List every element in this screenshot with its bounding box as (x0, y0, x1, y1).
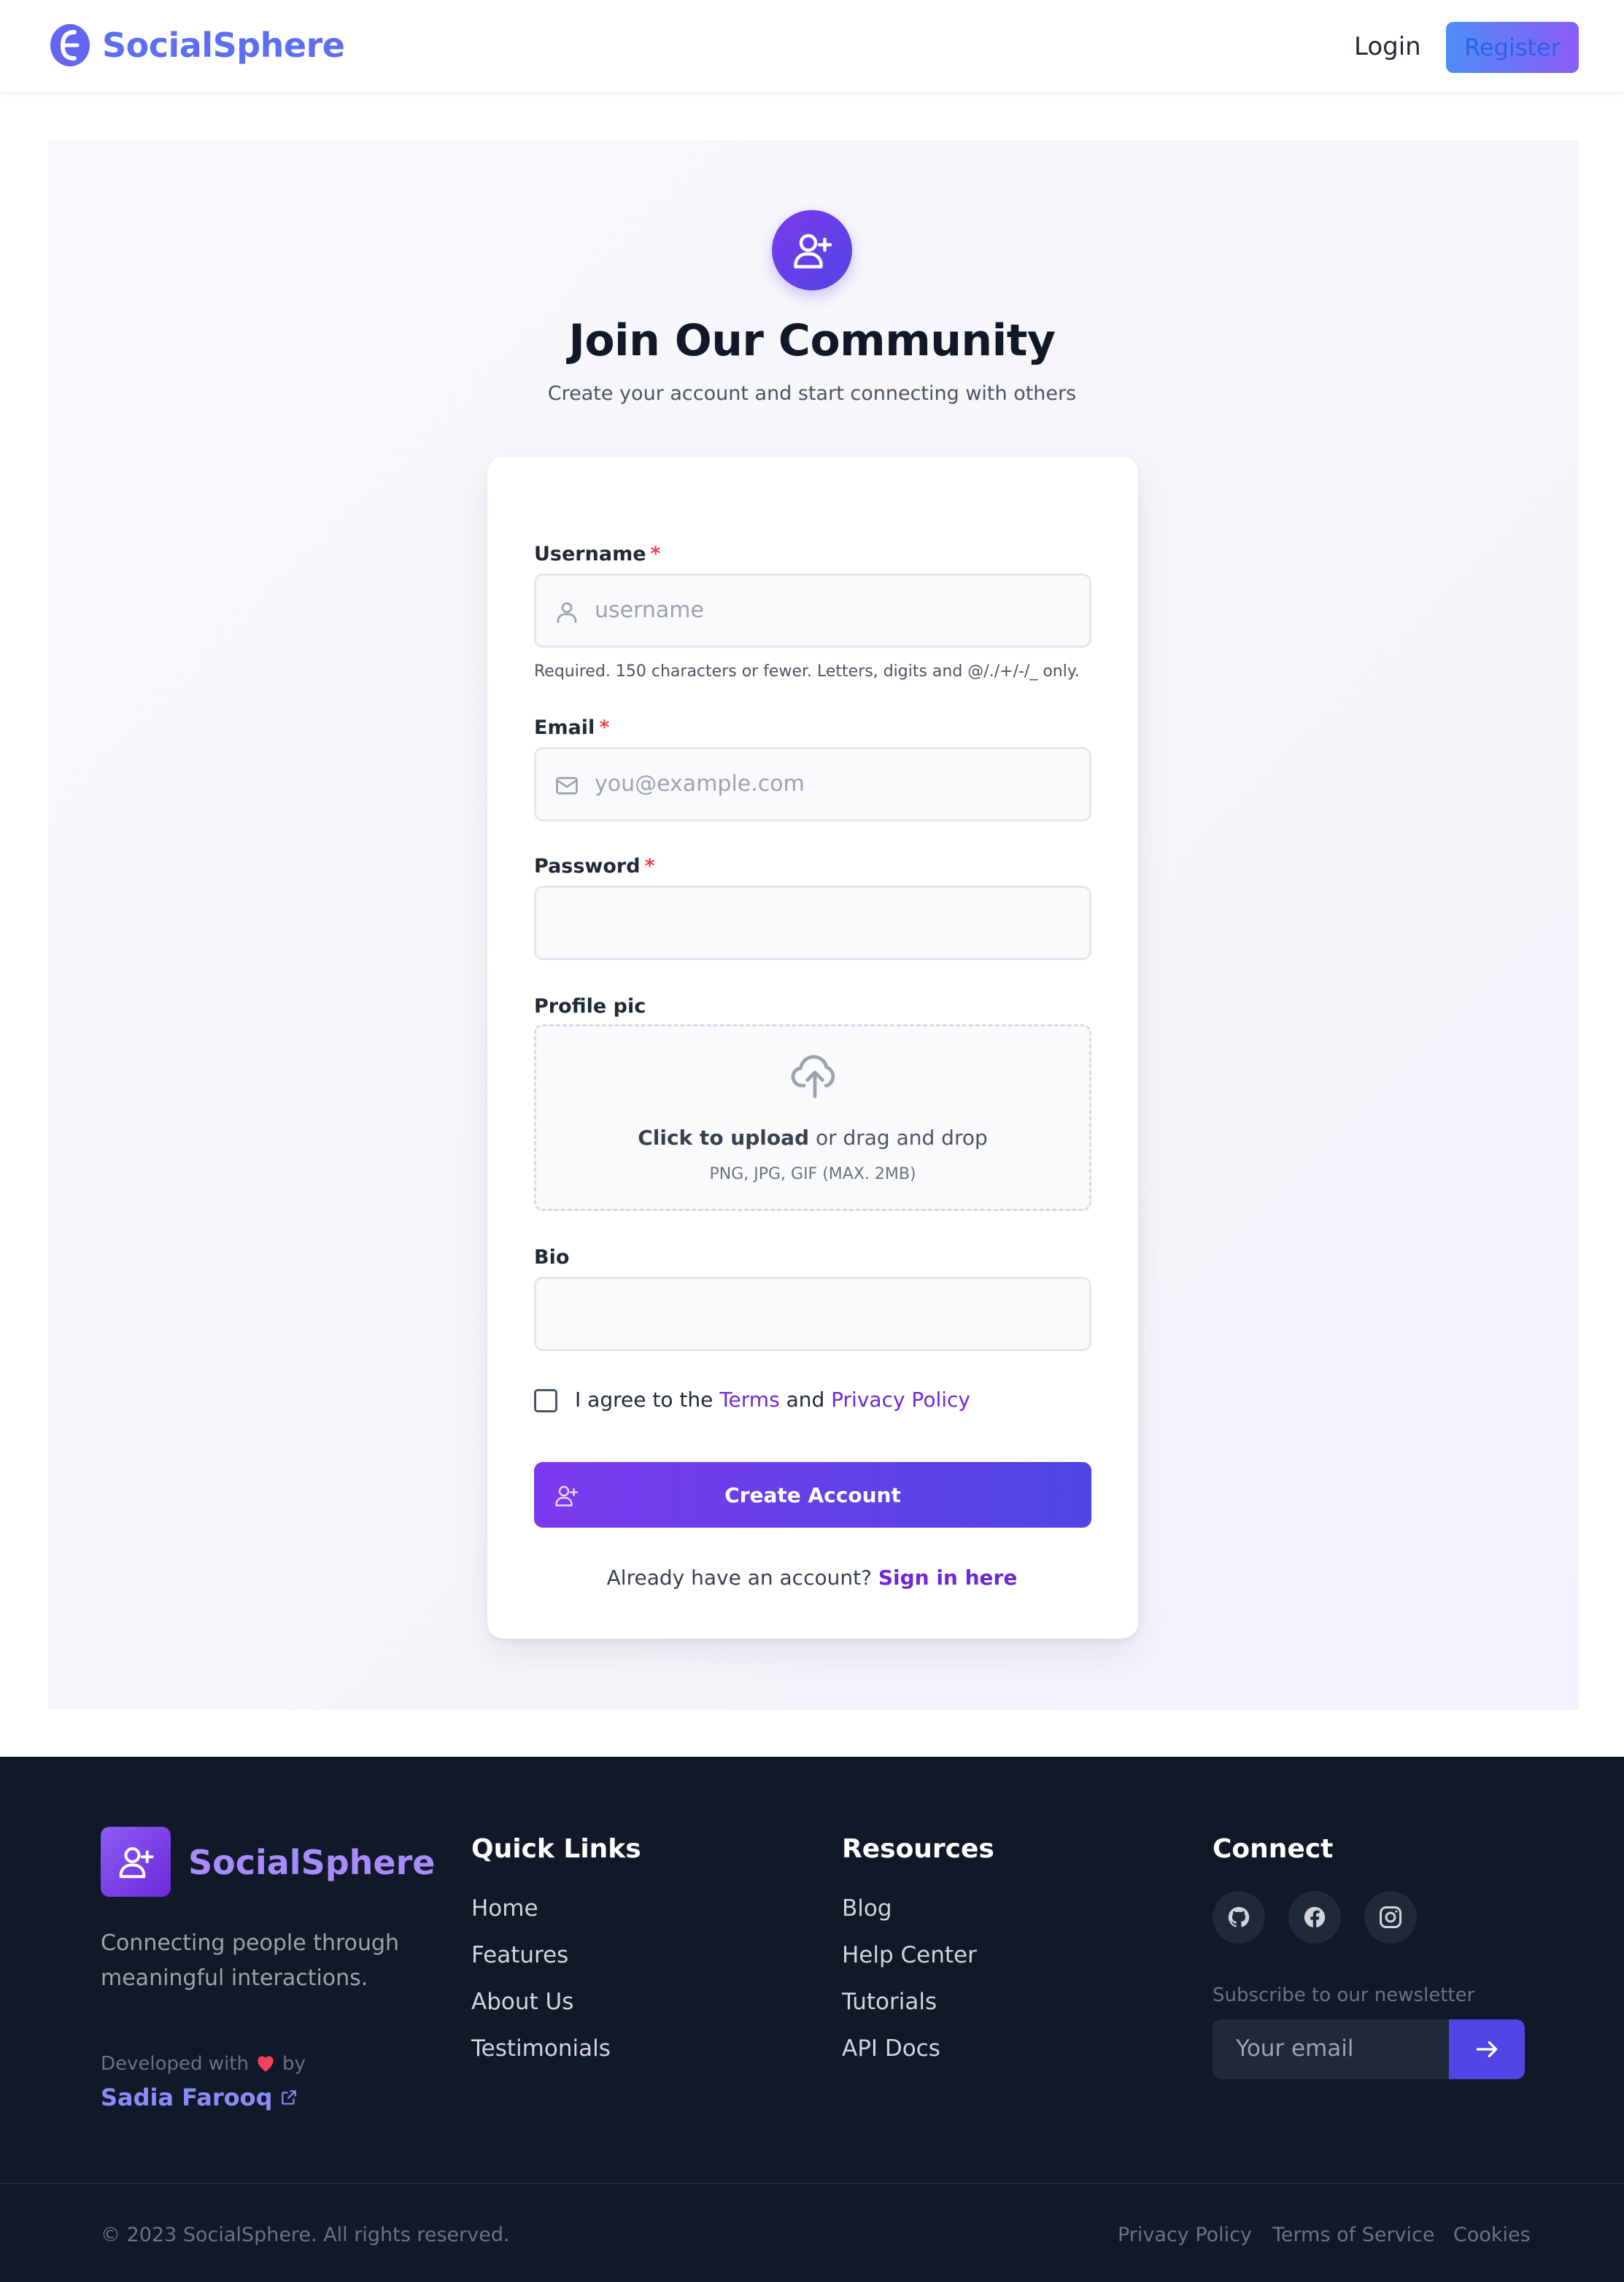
signin-link[interactable]: Sign in here (878, 1566, 1018, 1590)
bio-input[interactable] (534, 1277, 1091, 1351)
footer-terms-of-service-link[interactable]: Terms of Service (1272, 2224, 1435, 2246)
footer-cookies-link[interactable]: Cookies (1453, 2224, 1531, 2246)
create-account-button[interactable]: Create Account (534, 1462, 1091, 1528)
instagram-icon[interactable] (1364, 1891, 1417, 1943)
author-link[interactable]: Sadia Farooq (101, 2084, 298, 2111)
nav-login-link[interactable]: Login (1354, 32, 1421, 61)
upload-instructions: Click to upload or drag and drop (638, 1126, 988, 1150)
password-input[interactable] (534, 886, 1091, 960)
footer-tagline: Connecting people through meaningful int… (101, 1930, 400, 1991)
bio-label: Bio (534, 1246, 570, 1269)
footer-link-api-docs[interactable]: API Docs (842, 2035, 940, 2062)
brand-name: SocialSphere (102, 26, 345, 65)
profile-pic-dropzone[interactable]: Click to upload or drag and drop PNG, JP… (534, 1024, 1091, 1211)
brand-link[interactable]: SocialSphere (48, 22, 345, 69)
footer-link-help-center[interactable]: Help Center (842, 1942, 977, 1968)
profile-pic-label: Profile pic (534, 995, 646, 1018)
username-help-text: Required. 150 characters or fewer. Lette… (534, 662, 1080, 681)
username-placeholder: username (595, 597, 704, 623)
quick-links-title: Quick Links (471, 1834, 641, 1864)
email-input[interactable]: you@example.com (534, 747, 1091, 821)
top-navbar: SocialSphere Login Register (0, 0, 1624, 93)
email-label: Email * (534, 716, 610, 739)
footer-link-features[interactable]: Features (471, 1942, 568, 1968)
footer-logo-icon (101, 1827, 171, 1897)
heart-icon (258, 2056, 274, 2072)
footer-privacy-policy-link[interactable]: Privacy Policy (1118, 2224, 1252, 2246)
connect-title: Connect (1213, 1834, 1334, 1864)
arrow-right-icon (1476, 2041, 1498, 2058)
username-label: Username * (534, 543, 661, 565)
required-mark: * (644, 855, 655, 878)
email-placeholder: you@example.com (595, 771, 805, 797)
privacy-policy-link[interactable]: Privacy Policy (831, 1388, 970, 1412)
newsletter-email-placeholder: Your email (1236, 2035, 1354, 2062)
terms-checkbox[interactable] (534, 1389, 557, 1412)
required-mark: * (650, 543, 661, 565)
footer-brand: SocialSphere (188, 1843, 436, 1882)
user-icon (557, 602, 577, 623)
github-icon[interactable] (1213, 1891, 1265, 1943)
footer-link-home[interactable]: Home (471, 1895, 538, 1922)
signin-prompt: Already have an account? Sign in here (606, 1566, 1018, 1590)
terms-agreement: I agree to the Terms and Privacy Policy (575, 1388, 970, 1412)
footer-link-testimonials[interactable]: Testimonials (471, 2035, 611, 2062)
create-account-label: Create Account (724, 1482, 901, 1507)
footer-link-blog[interactable]: Blog (842, 1895, 892, 1922)
newsletter-email-input[interactable]: Your email (1213, 2019, 1450, 2079)
nav-register-button[interactable]: Register (1446, 22, 1579, 73)
add-user-icon (555, 1485, 579, 1506)
page-title: Join Our Community (568, 315, 1056, 366)
footer-link-tutorials[interactable]: Tutorials (842, 1989, 937, 2015)
terms-link[interactable]: Terms (719, 1388, 779, 1412)
newsletter-submit-button[interactable] (1449, 2019, 1525, 2079)
add-user-icon (772, 210, 852, 290)
developed-with-text: Developed with by (101, 2053, 306, 2075)
resources-title: Resources (842, 1834, 994, 1864)
footer-link-about-us[interactable]: About Us (471, 1989, 573, 2015)
footer-divider (0, 2183, 1624, 2184)
mail-icon (556, 777, 578, 794)
required-mark: * (599, 716, 610, 739)
page-subtitle: Create your account and start connecting… (547, 382, 1077, 405)
copyright-text: © 2023 SocialSphere. All rights reserved… (101, 2224, 510, 2246)
facebook-icon[interactable] (1288, 1891, 1341, 1943)
username-input[interactable]: username (534, 573, 1091, 648)
cloud-upload-icon (791, 1055, 835, 1099)
newsletter-label: Subscribe to our newsletter (1213, 1984, 1475, 2006)
external-link-icon (282, 2090, 297, 2105)
upload-file-hint: PNG, JPG, GIF (MAX. 2MB) (709, 1165, 916, 1183)
password-label: Password * (534, 855, 655, 878)
logo-icon (50, 24, 90, 66)
